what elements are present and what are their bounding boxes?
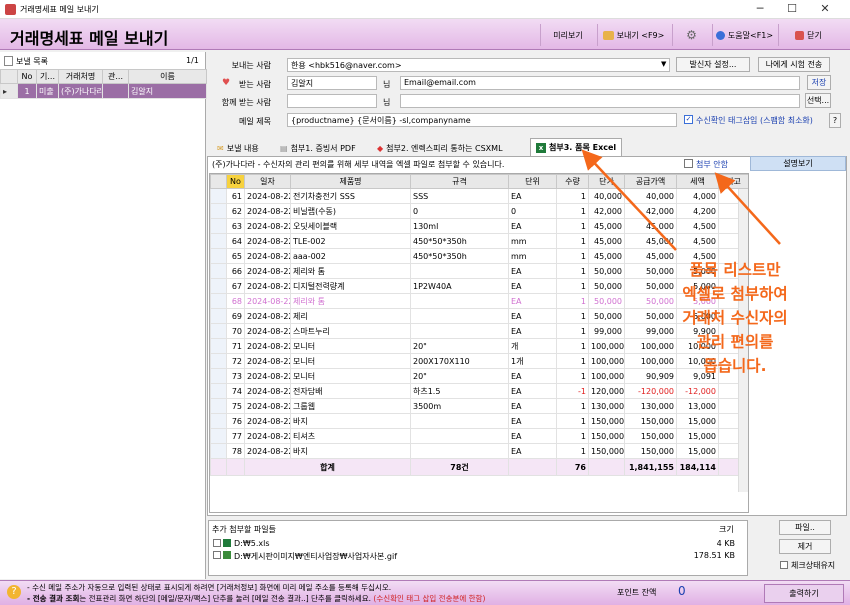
file-name: D:₩5.xls [234,539,270,548]
callout-line: 관리 편의를 [696,333,774,351]
attachment-title: 추가 첨부할 파일들 [212,525,276,534]
tip-bold: - 전송 결과 조회 [27,594,80,603]
arrow-to-checkbox [714,172,781,245]
callout-line: 돕습니다. [703,357,767,375]
excel-file-icon [223,539,231,547]
callout-line: 엑셀로 첨부하여 [682,285,788,303]
file-add-button[interactable]: 파일.. [779,520,831,535]
tip-note: (수신확인 태그 삽입 전송분에 한함) [373,594,486,603]
keep-check-label: 체크상태유지 [791,561,836,570]
callout-line: 거래처 수신자의 [682,309,788,327]
file-size: 4 KB [716,539,735,548]
output-button[interactable]: 출력하기 [764,584,844,603]
file-checkbox[interactable] [213,551,221,559]
file-checkbox[interactable] [213,539,221,547]
callout-text: 품목 리스트만 엑셀로 첨부하여 거래처 수신자의 관리 편의를 돕습니다. [635,258,835,378]
keep-check-checkbox[interactable] [780,561,788,569]
callout-line: 품목 리스트만 [689,261,781,279]
remove-file-button[interactable]: 제거 [779,539,831,554]
attachment-panel: 추가 첨부할 파일들 크기 D:₩5.xls 4 KB D:₩게시판이미지₩엔티… [208,520,748,576]
tip-line-1: - 수신 메일 주소가 자동으로 입력된 상태로 표시되게 하려면 [거래처정보… [27,583,392,592]
points-label: 포인트 잔액 [617,588,657,597]
file-name: D:₩게시판이미지₩엔티사업장₩사업자사본.gif [234,552,398,561]
image-file-icon [223,551,231,559]
tip-text: 는 전표관리 화면 하단의 [메일/문자/팩스] 단추를 눌러 [메일 전송 결… [79,594,371,603]
bottom-bar: ? - 수신 메일 주소가 자동으로 입력된 상태로 표시되게 하려면 [거래처… [0,580,850,605]
arrow-to-tab [581,149,677,251]
points-value: 0 [678,584,686,598]
file-size: 178.51 KB [693,551,735,560]
help-circle-icon: ? [7,585,21,599]
tip-line-2: - 전송 결과 조회는 전표관리 화면 하단의 [메일/문자/팩스] 단추를 눌… [27,593,485,604]
size-header: 크기 [719,525,734,534]
